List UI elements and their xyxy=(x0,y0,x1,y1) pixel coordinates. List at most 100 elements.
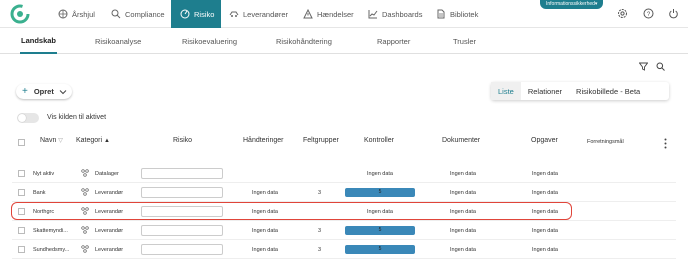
gear-icon[interactable] xyxy=(617,8,628,19)
chevron-down-icon: ▾ xyxy=(594,1,598,7)
source-toggle[interactable] xyxy=(17,113,39,123)
workspace-badge-label: Informationssikkerhed xyxy=(546,1,595,7)
row-checkbox[interactable] xyxy=(18,170,25,177)
tab-landskab[interactable]: Landskab xyxy=(20,29,58,54)
risk-field[interactable] xyxy=(141,168,223,179)
category-icon xyxy=(81,245,89,253)
column-header-kontroller[interactable]: Kontroller xyxy=(364,137,394,144)
risk-field[interactable] xyxy=(141,187,223,198)
row-opgaver: Ingen data xyxy=(532,228,558,234)
svg-text:?: ? xyxy=(647,12,651,18)
warning-icon xyxy=(303,9,313,19)
column-header-opgaver[interactable]: Opgaver xyxy=(531,137,558,144)
row-kategori: Datalager xyxy=(95,171,119,177)
document-icon xyxy=(437,9,445,19)
column-header-dokumenter[interactable]: Dokumenter xyxy=(442,137,480,144)
create-button[interactable]: + Opret xyxy=(16,84,72,99)
supplier-icon xyxy=(229,11,239,17)
risk-field[interactable] xyxy=(141,225,223,236)
table-row[interactable]: Nyt aktiv Datalager Ingen data Ingen dat… xyxy=(12,165,676,183)
row-kategori: Leverandør xyxy=(95,190,124,196)
row-checkbox[interactable] xyxy=(18,246,25,253)
tab-risikoevaluering[interactable]: Risikoevaluering xyxy=(182,29,237,54)
table-row[interactable]: Skattemyndi... Leverandør Ingen data 3 5… xyxy=(12,222,676,240)
view-relationer[interactable]: Relationer xyxy=(521,82,569,100)
nav-arshjul[interactable]: Årshjul xyxy=(58,0,95,28)
power-icon[interactable] xyxy=(668,8,679,19)
controls-bar[interactable]: 5 xyxy=(345,188,415,197)
row-kategori: Leverandør xyxy=(95,247,124,253)
column-header-navn-label: Navn xyxy=(40,137,57,144)
view-risikobillede[interactable]: Risikobillede - Beta xyxy=(569,82,647,100)
row-dokumenter: Ingen data xyxy=(450,171,476,177)
row-dokumenter: Ingen data xyxy=(450,190,476,196)
nav-haendelser[interactable]: Hændelser xyxy=(303,0,354,28)
nav-bibliotek[interactable]: Bibliotek xyxy=(436,0,478,28)
chart-icon xyxy=(368,10,378,19)
row-highlight-outline xyxy=(11,202,572,220)
row-handteringer: Ingen data xyxy=(252,190,278,196)
column-header-risiko[interactable]: Risiko xyxy=(173,137,192,144)
column-header-kategori[interactable]: Kategori ▲ xyxy=(76,137,110,144)
row-navn[interactable]: Bank xyxy=(33,190,46,196)
controls-bar[interactable]: 5 xyxy=(345,226,415,235)
row-navn[interactable]: Nyt aktiv xyxy=(33,171,54,177)
row-opgaver: Ingen data xyxy=(532,190,558,196)
chevron-down-icon xyxy=(59,89,67,94)
search-icon[interactable] xyxy=(656,62,665,71)
tab-rapporter[interactable]: Rapporter xyxy=(377,29,410,54)
tab-risikohandtering[interactable]: Risikohåndtering xyxy=(276,29,332,54)
app-logo[interactable] xyxy=(9,3,31,25)
column-header-navn[interactable]: Navn ▽ xyxy=(40,137,63,144)
table-row[interactable]: Sundhedsmy... Leverandør Ingen data 3 5 … xyxy=(12,241,676,259)
row-feltgrupper: 3 xyxy=(318,228,322,234)
risk-field[interactable] xyxy=(141,244,223,255)
nav-leverandorer[interactable]: Leverandører xyxy=(229,0,288,28)
tab-risikoanalyse[interactable]: Risikoanalyse xyxy=(95,29,141,54)
row-checkbox[interactable] xyxy=(18,227,25,234)
row-feltgrupper: 3 xyxy=(318,247,322,253)
tab-trusler[interactable]: Trusler xyxy=(453,29,476,54)
category-icon xyxy=(81,226,89,234)
nav-label: Leverandører xyxy=(243,9,289,19)
row-navn[interactable]: Skattemyndi... xyxy=(33,228,68,234)
row-navn[interactable]: Sundhedsmy... xyxy=(33,247,69,253)
table-row[interactable]: Bank Leverandør Ingen data 3 5 Ingen dat… xyxy=(12,184,676,202)
row-checkbox[interactable] xyxy=(18,189,25,196)
more-options-icon[interactable] xyxy=(664,138,667,149)
toggle-knob xyxy=(18,114,26,122)
view-switcher: Liste Relationer Risikobillede - Beta xyxy=(491,82,669,100)
chevron-down-icon: ▽ xyxy=(58,138,63,144)
sort-up-icon: ▲ xyxy=(104,138,110,144)
row-handteringer: Ingen data xyxy=(252,228,278,234)
help-icon[interactable]: ? xyxy=(643,8,654,19)
nav-label: Compliance xyxy=(125,9,165,19)
top-navigation: Årshjul Compliance Risiko Leverandører H… xyxy=(0,0,688,28)
filter-icon[interactable] xyxy=(639,62,648,71)
row-dokumenter: Ingen data xyxy=(450,247,476,253)
row-dokumenter: Ingen data xyxy=(450,228,476,234)
category-icon xyxy=(81,169,89,177)
wheel-icon xyxy=(58,9,68,19)
nav-compliance[interactable]: Compliance xyxy=(111,0,165,28)
nav-risiko[interactable]: Risiko xyxy=(171,0,221,28)
workspace-badge[interactable]: Informationssikkerhed▾ xyxy=(540,0,604,9)
column-header-feltgrupper[interactable]: Feltgrupper xyxy=(303,137,339,144)
risk-icon xyxy=(180,9,190,19)
view-liste[interactable]: Liste xyxy=(491,82,521,100)
row-kategori: Leverandør xyxy=(95,228,124,234)
source-toggle-label: Vis kilden til aktivet xyxy=(47,114,107,121)
nav-dashboards[interactable]: Dashboards xyxy=(368,0,422,28)
column-header-forretningsmal[interactable]: Forretningsmål xyxy=(587,139,624,145)
row-opgaver: Ingen data xyxy=(532,171,558,177)
select-all-checkbox[interactable] xyxy=(18,139,25,146)
nav-label: Dashboards xyxy=(382,9,423,19)
controls-bar[interactable]: 5 xyxy=(345,245,415,254)
column-header-kategori-label: Kategori xyxy=(76,137,103,144)
column-header-handteringer[interactable]: Håndteringer xyxy=(243,137,283,144)
sub-tabs: Landskab Risikoanalyse Risikoevaluering … xyxy=(0,29,688,54)
row-feltgrupper: 3 xyxy=(318,190,322,196)
nav-label: Risiko xyxy=(194,9,215,19)
compliance-icon xyxy=(111,9,121,19)
row-kontroller: Ingen data xyxy=(367,171,393,177)
